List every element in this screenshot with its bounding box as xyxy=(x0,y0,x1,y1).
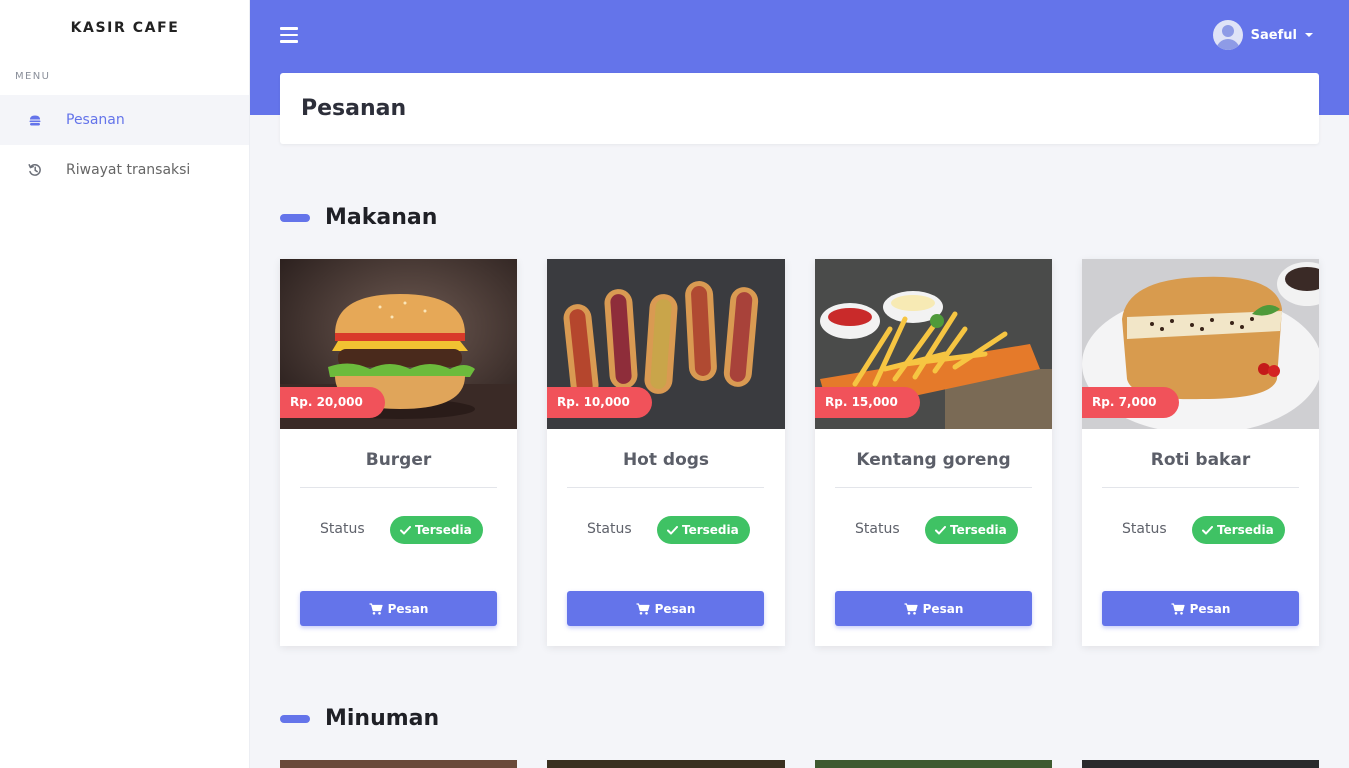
status-label: Status xyxy=(855,521,900,537)
cart-icon xyxy=(636,602,650,615)
toast-image: Rp. 7,000 xyxy=(1082,259,1319,429)
hot-dogs-image: Rp. 10,000 xyxy=(547,259,785,429)
status-text: Tersedia xyxy=(682,523,739,537)
status-badge: Tersedia xyxy=(657,516,750,544)
pesan-button[interactable]: Pesan xyxy=(300,591,497,626)
section-accent-bar xyxy=(280,213,310,222)
drink-card-image xyxy=(280,760,517,768)
history-icon xyxy=(25,163,45,177)
status-text: Tersedia xyxy=(950,523,1007,537)
cart-icon xyxy=(1171,602,1185,615)
status-badge: Tersedia xyxy=(390,516,483,544)
french-fries-image: Rp. 15,000 xyxy=(815,259,1052,429)
check-icon xyxy=(1202,525,1213,534)
page-header: Pesanan xyxy=(280,73,1319,144)
divider xyxy=(1102,487,1299,488)
status-label: Status xyxy=(320,521,365,537)
section-makanan: Makanan xyxy=(280,205,437,230)
divider xyxy=(300,487,497,488)
status-badge: Tersedia xyxy=(925,516,1018,544)
check-icon xyxy=(667,525,678,534)
section-title: Makanan xyxy=(325,205,438,230)
menu-card-hot-dogs: Rp. 10,000 Hot dogs Status Tersedia Pesa… xyxy=(547,259,785,646)
menu-card-kentang-goreng: Rp. 15,000 Kentang goreng Status Tersedi… xyxy=(815,259,1052,646)
sidebar: KASIR CAFE MENU Pesanan Riwayat transaks… xyxy=(0,0,250,768)
cart-icon xyxy=(904,602,918,615)
menu-card-roti-bakar: Rp. 7,000 Roti bakar Status Tersedia Pes… xyxy=(1082,259,1319,646)
drink-card-image xyxy=(815,760,1052,768)
pesan-label: Pesan xyxy=(654,601,696,616)
status-text: Tersedia xyxy=(1217,523,1274,537)
chevron-down-icon xyxy=(1305,33,1313,37)
drink-card-image xyxy=(1082,760,1319,768)
menu-card-burger: Rp. 20,000 Burger Status Tersedia Pesan xyxy=(280,259,517,646)
menu-item-name: Kentang goreng xyxy=(856,450,1011,470)
price-badge: Rp. 20,000 xyxy=(280,387,385,418)
avatar xyxy=(1212,20,1243,50)
pesan-button[interactable]: Pesan xyxy=(835,591,1032,626)
menu-item-name: Roti bakar xyxy=(1150,450,1251,470)
burger-image: Rp. 20,000 xyxy=(280,259,517,429)
user-menu[interactable]: Saeful xyxy=(1212,20,1313,50)
divider xyxy=(567,487,764,488)
pesan-button[interactable]: Pesan xyxy=(1102,591,1299,626)
section-accent-bar xyxy=(280,714,310,723)
status-label: Status xyxy=(1122,521,1167,537)
section-title: Minuman xyxy=(325,706,440,731)
price-badge: Rp. 10,000 xyxy=(547,387,652,418)
divider xyxy=(835,487,1032,488)
check-icon xyxy=(935,525,946,534)
user-name: Saeful xyxy=(1250,27,1297,43)
sidebar-item-riwayat-transaksi[interactable]: Riwayat transaksi xyxy=(0,145,249,195)
menu-item-name: Hot dogs xyxy=(622,450,710,470)
brand-title[interactable]: KASIR CAFE xyxy=(0,20,250,36)
pesan-label: Pesan xyxy=(922,601,964,616)
menu-heading: MENU xyxy=(15,71,51,82)
check-icon xyxy=(400,525,411,534)
sidebar-item-label: Riwayat transaksi xyxy=(66,162,191,178)
pesan-label: Pesan xyxy=(387,601,429,616)
status-label: Status xyxy=(587,521,632,537)
section-minuman: Minuman xyxy=(280,706,439,731)
price-badge: Rp. 7,000 xyxy=(1082,387,1179,418)
burger-icon xyxy=(25,115,45,126)
pesan-label: Pesan xyxy=(1189,601,1231,616)
sidebar-item-pesanan[interactable]: Pesanan xyxy=(0,95,249,145)
status-text: Tersedia xyxy=(415,523,472,537)
sidebar-item-label: Pesanan xyxy=(66,112,125,128)
menu-item-name: Burger xyxy=(365,450,432,470)
page-title: Pesanan xyxy=(301,96,407,121)
pesan-button[interactable]: Pesan xyxy=(567,591,764,626)
price-badge: Rp. 15,000 xyxy=(815,387,920,418)
cart-icon xyxy=(369,602,383,615)
hamburger-menu-icon[interactable] xyxy=(280,27,298,43)
status-badge: Tersedia xyxy=(1192,516,1285,544)
drink-card-image xyxy=(547,760,785,768)
